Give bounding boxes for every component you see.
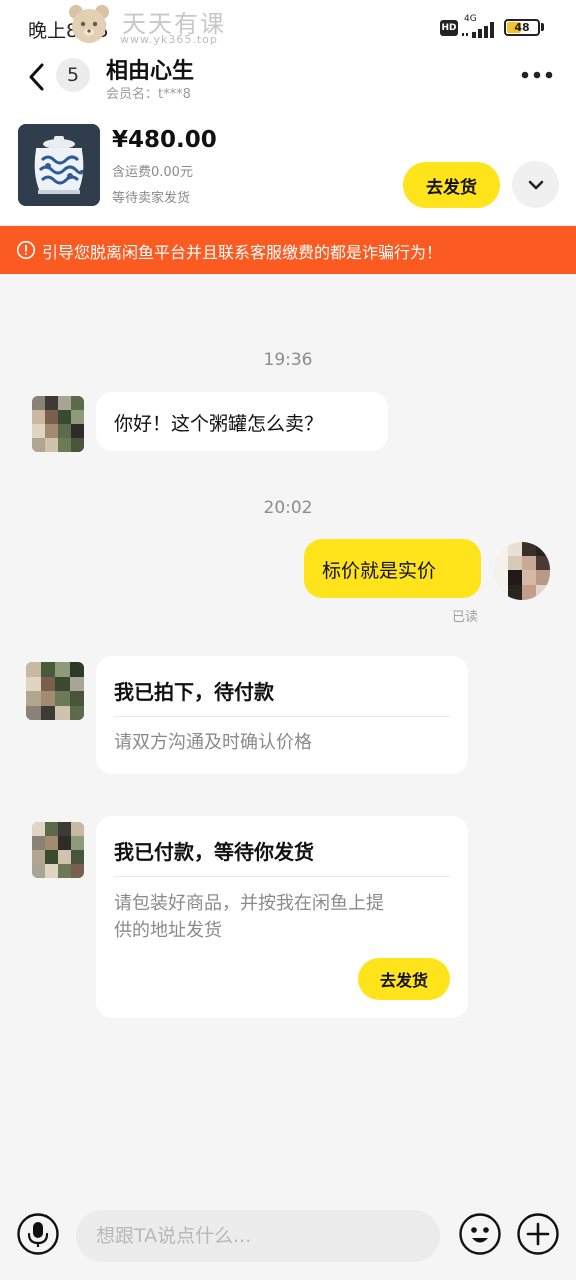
card-title: 我已付款，等待你发货 [114, 840, 314, 864]
hd-badge: HD [440, 20, 458, 36]
card-body: 请双方沟通及时确认价格 [114, 732, 312, 753]
message-text: 标价就是实价 [322, 560, 437, 582]
porcelain-jar-image [18, 124, 100, 206]
card-body-line-2: 供的地址发货 [114, 920, 222, 941]
message-composer [0, 1192, 576, 1280]
microphone-icon[interactable] [16, 1212, 60, 1256]
chat-header: 5 相由心生 会员名：t***8 [0, 56, 576, 110]
shipping-fee: 含运费0.00元 [112, 165, 193, 180]
more-horizontal-icon[interactable] [520, 70, 554, 80]
warning-text: 引导您脱离闲鱼平台并且联系客服缴费的都是诈骗行为！ [42, 243, 443, 262]
watermark-url: www.yk365.top [120, 33, 218, 46]
battery-tip [541, 23, 544, 31]
battery-icon: 48 [504, 19, 540, 36]
unread-count-badge[interactable]: 5 [56, 58, 90, 92]
card-body-line-1: 请包装好商品，并按我在闲鱼上提 [114, 893, 384, 914]
product-thumbnail[interactable] [18, 124, 100, 206]
card-ship-button[interactable]: 去发货 [358, 958, 450, 1000]
contact-avatar[interactable] [32, 822, 84, 878]
card-title: 我已拍下，待付款 [114, 680, 274, 704]
card-divider [114, 876, 450, 877]
product-price: ¥480.00 [112, 127, 217, 153]
message-text: 你好！这个粥罐怎么卖？ [114, 413, 324, 435]
chevron-down-icon [528, 180, 543, 189]
signal-icon [462, 22, 494, 38]
product-card: ¥480.00 含运费0.00元 等待卖家发货 去发货 [0, 110, 576, 224]
contact-avatar-image [32, 822, 84, 878]
message-input[interactable] [76, 1210, 440, 1262]
message-timestamp: 20:02 [263, 498, 313, 518]
status-bar: 晚上8:05 天天有课 www.yk365.top HD 4G 48 [0, 0, 576, 56]
plus-circle-icon[interactable] [516, 1212, 560, 1256]
order-card-paid[interactable]: 我已付款，等待你发货 请包装好商品，并按我在闲鱼上提 供的地址发货 去发货 [96, 816, 468, 1018]
contact-avatar[interactable] [26, 662, 84, 720]
read-status: 已读 [452, 610, 479, 625]
message-timestamp: 19:36 [263, 350, 313, 370]
contact-avatar-image [32, 396, 84, 452]
chat-messages[interactable]: 19:36 你好！这个粥罐怎么卖？ 20:02 标价就是实价 已读 我已拍下，待… [0, 274, 576, 1192]
contact-name: 相由心生 [106, 59, 195, 84]
member-label: 会员名：t***8 [106, 87, 191, 102]
incoming-message[interactable]: 你好！这个粥罐怎么卖？ [96, 392, 388, 451]
outgoing-message[interactable]: 标价就是实价 [304, 539, 481, 598]
my-avatar-image [494, 542, 550, 600]
emoji-icon[interactable] [458, 1212, 502, 1256]
watermark-bear-icon [69, 5, 109, 43]
contact-avatar[interactable] [32, 396, 84, 452]
alert-circle-icon [16, 240, 36, 260]
card-divider [114, 716, 450, 717]
battery-level: 48 [514, 21, 530, 34]
ship-button[interactable]: 去发货 [403, 162, 500, 208]
chevron-left-icon[interactable] [26, 60, 48, 94]
my-avatar[interactable] [494, 542, 550, 600]
order-card-placed[interactable]: 我已拍下，待付款 请双方沟通及时确认价格 [96, 656, 468, 774]
contact-avatar-image [26, 662, 84, 720]
fraud-warning-banner: 引导您脱离闲鱼平台并且联系客服缴费的都是诈骗行为！ [0, 226, 576, 274]
order-status: 等待卖家发货 [112, 191, 191, 206]
expand-button[interactable] [512, 161, 559, 208]
